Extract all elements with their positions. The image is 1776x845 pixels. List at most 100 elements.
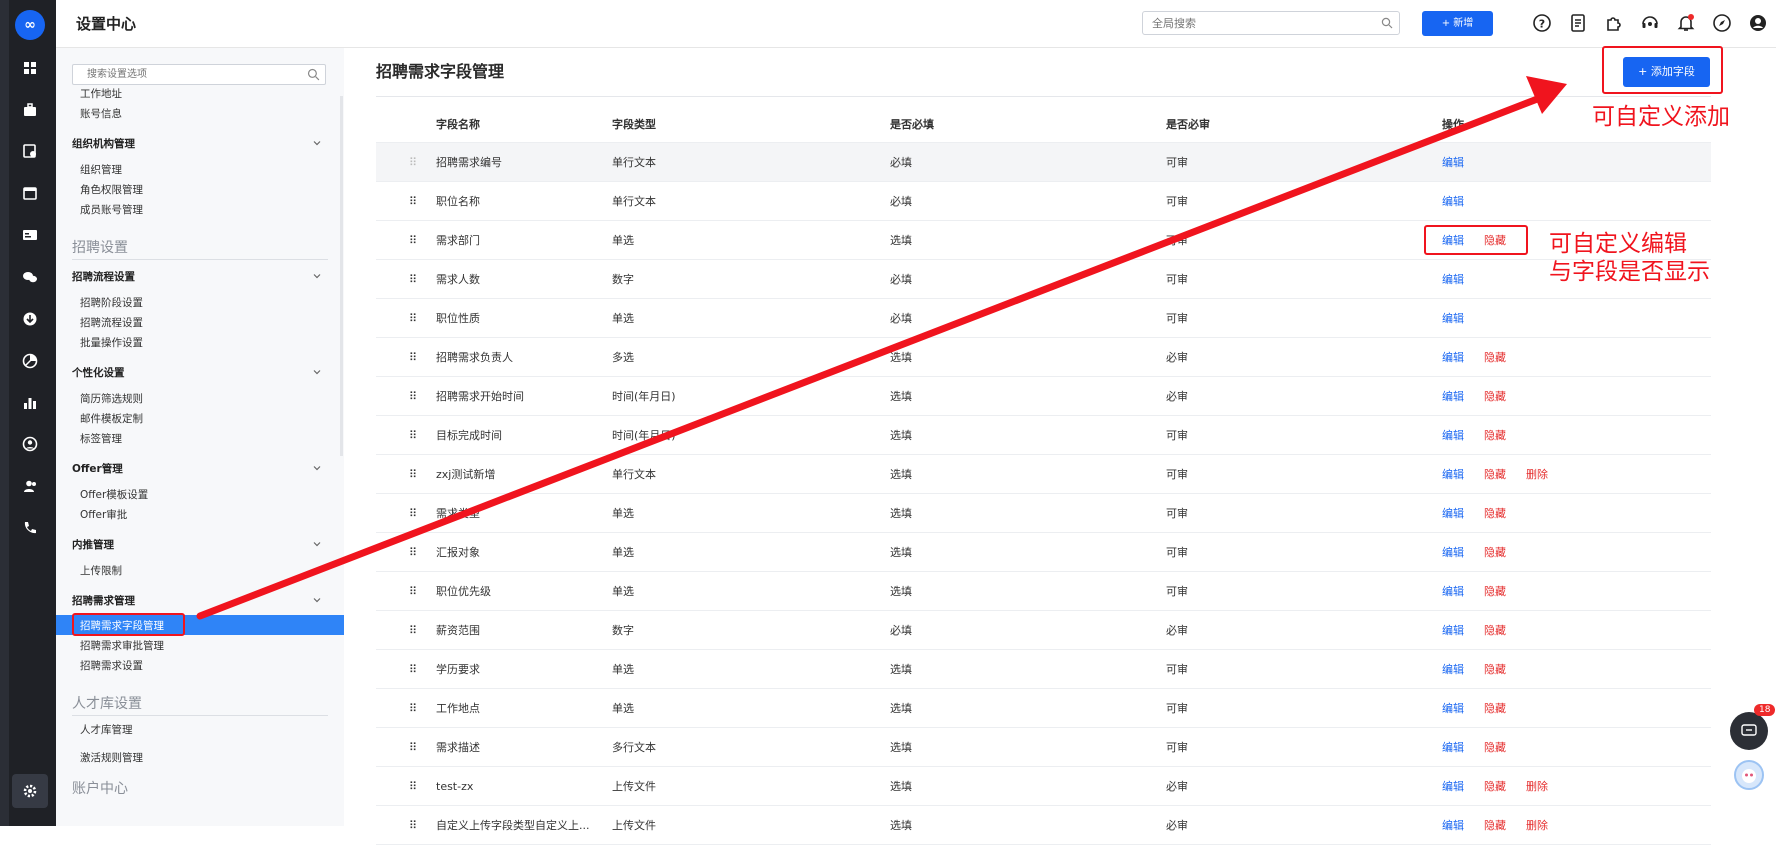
sidebar-item-activation[interactable]: 激活规则管理	[80, 750, 143, 765]
drag-handle-icon[interactable]: ⠿	[376, 259, 436, 299]
drag-handle-icon[interactable]: ⠿	[376, 688, 436, 728]
edit-link[interactable]: 编辑	[1442, 585, 1464, 598]
help-icon[interactable]: ?	[1532, 13, 1552, 33]
global-search[interactable]	[1142, 11, 1400, 35]
drag-handle-icon[interactable]: ⠿	[376, 766, 436, 806]
hide-link[interactable]: 隐藏	[1484, 702, 1506, 715]
sidebar-item-talent-pool[interactable]: 人才库管理	[80, 722, 133, 737]
wechat-icon[interactable]	[22, 269, 38, 285]
hide-link[interactable]: 隐藏	[1484, 507, 1506, 520]
edit-link[interactable]: 编辑	[1442, 273, 1464, 286]
sidebar-item-flow[interactable]: 招聘流程设置	[80, 315, 143, 330]
drag-handle-icon[interactable]: ⠿	[376, 532, 436, 572]
bar-chart-icon[interactable]	[22, 395, 38, 411]
group-referral[interactable]: 内推管理	[72, 537, 114, 552]
bell-icon[interactable]	[1676, 13, 1696, 33]
sidebar-item-account-info[interactable]: 账号信息	[80, 106, 122, 121]
sidebar-item-mail[interactable]: 邮件模板定制	[80, 411, 143, 426]
edit-link[interactable]: 编辑	[1442, 312, 1464, 325]
sidebar-item-work-address[interactable]: 工作地址	[80, 86, 122, 101]
briefcase-icon[interactable]	[22, 102, 38, 118]
sidebar-item-filter[interactable]: 简历筛选规则	[80, 391, 143, 406]
sidebar-item-demand-approval[interactable]: 招聘需求审批管理	[80, 638, 164, 653]
sidebar-item-member[interactable]: 成员账号管理	[80, 202, 143, 217]
drag-handle-icon[interactable]: ⠿	[376, 298, 436, 338]
assistant-robot-icon[interactable]	[1734, 760, 1764, 790]
edit-link[interactable]: 编辑	[1442, 624, 1464, 637]
hide-link[interactable]: 隐藏	[1484, 351, 1506, 364]
sidebar-item-batch[interactable]: 批量操作设置	[80, 335, 143, 350]
group-offer[interactable]: Offer管理	[72, 461, 123, 476]
hide-link[interactable]: 隐藏	[1484, 390, 1506, 403]
sidebar-item-upload-limit[interactable]: 上传限制	[80, 563, 122, 578]
edit-link[interactable]: 编辑	[1442, 429, 1464, 442]
drag-handle-icon[interactable]: ⠿	[376, 142, 436, 182]
sidebar-item-stage[interactable]: 招聘阶段设置	[80, 295, 143, 310]
sidebar-item-offer-template[interactable]: Offer模板设置	[80, 487, 148, 502]
chevron-down-icon[interactable]	[312, 271, 322, 281]
chevron-down-icon[interactable]	[312, 595, 322, 605]
edit-link[interactable]: 编辑	[1442, 702, 1464, 715]
edit-link[interactable]: 编辑	[1442, 390, 1464, 403]
chat-button[interactable]: 18	[1730, 704, 1776, 750]
hide-link[interactable]: 隐藏	[1484, 468, 1506, 481]
id-card-icon[interactable]	[22, 227, 38, 243]
edit-link[interactable]: 编辑	[1442, 156, 1464, 169]
compass-icon[interactable]	[1712, 13, 1732, 33]
drag-handle-icon[interactable]: ⠿	[376, 805, 436, 845]
chevron-down-icon[interactable]	[312, 463, 322, 473]
edit-link[interactable]: 编辑	[1442, 507, 1464, 520]
group-org[interactable]: 组织机构管理	[72, 136, 135, 151]
dashboard-icon[interactable]	[22, 60, 38, 76]
account-icon[interactable]	[1748, 13, 1768, 33]
app-logo[interactable]: ∞	[15, 10, 45, 40]
group-flow[interactable]: 招聘流程设置	[72, 269, 135, 284]
drag-handle-icon[interactable]: ⠿	[376, 610, 436, 650]
edit-link[interactable]: 编辑	[1442, 351, 1464, 364]
settings-search-input[interactable]	[85, 68, 289, 81]
analytics-icon[interactable]	[22, 353, 38, 369]
new-button[interactable]: + 新增	[1422, 11, 1493, 36]
sidebar-item-demand-settings[interactable]: 招聘需求设置	[80, 658, 143, 673]
edit-link[interactable]: 编辑	[1442, 468, 1464, 481]
drag-handle-icon[interactable]: ⠿	[376, 454, 436, 494]
calendar-icon[interactable]	[22, 185, 38, 201]
drag-handle-icon[interactable]: ⠿	[376, 571, 436, 611]
drag-handle-icon[interactable]: ⠿	[376, 649, 436, 689]
resume-icon[interactable]	[22, 143, 38, 159]
drag-handle-icon[interactable]: ⠿	[376, 181, 436, 221]
hide-link[interactable]: 隐藏	[1484, 429, 1506, 442]
delete-link[interactable]: 删除	[1526, 780, 1548, 793]
edit-link[interactable]: 编辑	[1442, 780, 1464, 793]
hide-link[interactable]: 隐藏	[1484, 741, 1506, 754]
delete-link[interactable]: 删除	[1526, 468, 1548, 481]
sidebar-scrollbar[interactable]	[340, 96, 343, 456]
chevron-down-icon[interactable]	[312, 367, 322, 377]
edit-link[interactable]: 编辑	[1442, 195, 1464, 208]
group-personal[interactable]: 个性化设置	[72, 365, 125, 380]
hide-link[interactable]: 隐藏	[1484, 663, 1506, 676]
drag-handle-icon[interactable]: ⠿	[376, 376, 436, 416]
edit-link[interactable]: 编辑	[1442, 663, 1464, 676]
users-icon[interactable]	[22, 478, 38, 494]
edit-link[interactable]: 编辑	[1442, 546, 1464, 559]
drag-handle-icon[interactable]: ⠿	[376, 415, 436, 455]
hide-link[interactable]: 隐藏	[1484, 585, 1506, 598]
support-icon[interactable]	[1640, 13, 1660, 33]
drag-handle-icon[interactable]: ⠿	[376, 727, 436, 767]
sidebar-item-offer-approval[interactable]: Offer审批	[80, 507, 127, 522]
hide-link[interactable]: 隐藏	[1484, 624, 1506, 637]
user-circle-icon[interactable]	[22, 436, 38, 452]
hide-link[interactable]: 隐藏	[1484, 546, 1506, 559]
global-search-input[interactable]	[1150, 16, 1374, 31]
chevron-down-icon[interactable]	[312, 138, 322, 148]
edit-link[interactable]: 编辑	[1442, 741, 1464, 754]
hide-link[interactable]: 隐藏	[1484, 780, 1506, 793]
settings-search[interactable]	[72, 64, 326, 85]
group-demand[interactable]: 招聘需求管理	[72, 593, 135, 608]
plugin-icon[interactable]	[1604, 13, 1624, 33]
chevron-down-icon[interactable]	[312, 539, 322, 549]
drag-handle-icon[interactable]: ⠿	[376, 337, 436, 377]
download-icon[interactable]	[22, 311, 38, 327]
sidebar-item-tags[interactable]: 标签管理	[80, 431, 122, 446]
